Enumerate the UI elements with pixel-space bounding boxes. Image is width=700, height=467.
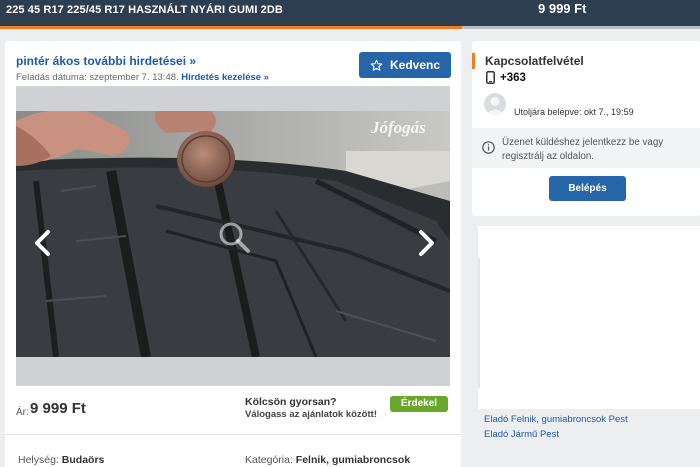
- watermark: Jófogás: [371, 118, 426, 137]
- related-links: Eladó Felnik, gumiabroncsok Pest Eladó J…: [484, 412, 628, 442]
- header-price: 9 999 Ft: [538, 1, 587, 16]
- category-value: Felnik, gumiabroncsok: [295, 454, 411, 466]
- chevron-right-icon[interactable]: [414, 228, 438, 258]
- search-icon[interactable]: [216, 219, 252, 255]
- phone-number[interactable]: +363: [500, 72, 526, 84]
- favorite-label: Kedvenc: [389, 58, 441, 72]
- price-label: Ár:: [16, 407, 29, 418]
- location-row: Helység: Budaörs: [18, 454, 104, 466]
- login-button[interactable]: Belépés: [549, 176, 626, 201]
- related-link[interactable]: Eladó Jármű Pest: [484, 427, 628, 442]
- chevron-left-icon[interactable]: [31, 228, 55, 258]
- location-label: Helység:: [18, 454, 59, 466]
- ad-main-card: pintér ákos további hirdetései » Feladás…: [5, 41, 461, 467]
- divider: [5, 434, 461, 435]
- image-gallery[interactable]: Jófogás: [16, 86, 450, 386]
- posted-label: Feladás dátuma: szeptember 7. 13:48.: [16, 72, 179, 83]
- last-login: Utoljára belépve: okt 7., 19:59: [514, 107, 634, 117]
- post-date-row: Feladás dátuma: szeptember 7. 13:48. Hir…: [16, 72, 269, 83]
- progress-accent: [0, 26, 462, 29]
- seller-ads-link[interactable]: pintér ákos további hirdetései »: [16, 54, 196, 68]
- avatar: [484, 93, 506, 115]
- info-icon: [482, 141, 495, 154]
- progress-track: [462, 26, 700, 29]
- loan-title: Kölcsön gyorsan?: [245, 396, 337, 408]
- favorite-button[interactable]: Kedvenc: [359, 52, 451, 78]
- info-text: Üzenet küldéshez jelentkezz be vagy regi…: [502, 137, 664, 162]
- related-link[interactable]: Eladó Felnik, gumiabroncsok Pest: [484, 412, 628, 427]
- location-value: Budaörs: [61, 454, 105, 466]
- contact-title: Kapcsolatfelvétel: [485, 54, 584, 68]
- category-label: Kategória:: [245, 454, 293, 466]
- star-icon: [370, 59, 383, 71]
- top-bar: 225 45 R17 225/45 R17 HASZNÁLT NYÁRI GUM…: [0, 0, 700, 26]
- phone-icon: [486, 71, 495, 84]
- ad-placeholder: [478, 226, 700, 409]
- ad-title: 225 45 R17 225/45 R17 HASZNÁLT NYÁRI GUM…: [6, 4, 283, 16]
- price-row: Ár: 9 999 Ft Kölcsön gyorsan? Válogass a…: [16, 396, 450, 426]
- manage-ad-link[interactable]: Hirdetés kezelése »: [181, 72, 269, 83]
- loan-subtitle: Válogass az ajánlatok között!: [245, 409, 377, 420]
- ad-edge: [478, 258, 480, 388]
- info-box: Üzenet küldéshez jelentkezz be vagy regi…: [472, 128, 700, 168]
- section-accent: [472, 53, 475, 69]
- contact-card: Kapcsolatfelvétel +363 Utoljára belépve:…: [472, 41, 700, 216]
- interest-button[interactable]: Érdekel: [390, 396, 448, 412]
- price-value: 9 999 Ft: [30, 400, 86, 417]
- category-row: Kategória: Felnik, gumiabroncsok: [245, 454, 410, 466]
